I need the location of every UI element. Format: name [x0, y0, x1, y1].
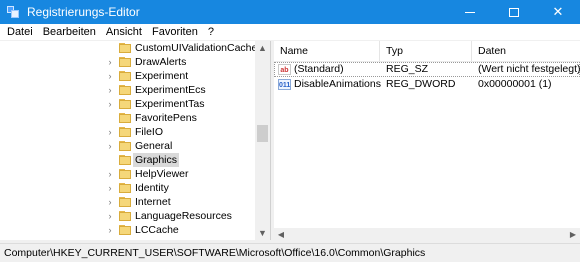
tree-item[interactable]: › Identity	[0, 181, 255, 195]
tree-item[interactable]: › ExperimentEcs	[0, 83, 255, 97]
folder-icon	[119, 43, 131, 53]
expand-chevron-icon[interactable]: ›	[106, 181, 114, 195]
window-title: Registrierungs-Editor	[27, 5, 140, 19]
close-button[interactable]: ✕	[536, 0, 580, 24]
tree-item-label: Graphics	[133, 153, 180, 167]
expand-chevron-icon[interactable]: ›	[106, 55, 114, 69]
value-type: REG_DWORD	[386, 78, 456, 90]
tree-item-label: FavoritePens	[135, 112, 197, 124]
tree-item-label: FileIO	[135, 126, 164, 138]
expand-chevron-icon[interactable]: ›	[106, 83, 114, 97]
menu-help[interactable]: ?	[203, 24, 219, 41]
tree-item-label: HelpViewer	[135, 168, 189, 180]
value-row-disableanimations[interactable]: 011 DisableAnimations REG_DWORD 0x000000…	[274, 77, 580, 92]
maximize-button[interactable]	[492, 0, 536, 24]
folder-icon	[119, 211, 131, 221]
folder-icon	[119, 225, 131, 235]
menu-favoriten[interactable]: Favoriten	[147, 24, 203, 41]
expand-chevron-icon[interactable]: ›	[106, 167, 114, 181]
folder-icon	[119, 169, 131, 179]
expand-chevron-icon[interactable]: ›	[106, 209, 114, 223]
values-list: Name Typ Daten ab (Standard) REG_SZ (Wer…	[274, 41, 580, 240]
menu-datei[interactable]: Datei	[0, 24, 38, 41]
column-header-data[interactable]: Daten	[472, 41, 580, 61]
tree-item[interactable]: FavoritePens	[0, 111, 255, 125]
tree-item-label: Experiment	[135, 70, 189, 82]
expand-chevron-icon[interactable]: ›	[106, 69, 114, 83]
maximize-icon	[509, 7, 519, 17]
dword-value-icon: 011	[278, 79, 291, 90]
status-bar-path: Computer\HKEY_CURRENT_USER\SOFTWARE\Micr…	[0, 243, 580, 262]
tree-item[interactable]: › HelpViewer	[0, 167, 255, 181]
folder-icon	[119, 197, 131, 207]
tree-item-label: Identity	[135, 182, 169, 194]
tree-item[interactable]: › Experiment	[0, 69, 255, 83]
title-bar[interactable]: Registrierungs-Editor ✕	[0, 0, 580, 24]
scroll-up-icon[interactable]: ▲	[255, 41, 270, 55]
tree-item-label: Internet	[135, 196, 171, 208]
values-horizontal-scrollbar[interactable]: ◀ ▶	[274, 228, 580, 240]
folder-icon	[119, 155, 131, 165]
value-row-default[interactable]: ab (Standard) REG_SZ (Wert nicht festgel…	[274, 62, 580, 77]
expand-chevron-icon[interactable]: ›	[106, 125, 114, 139]
menu-bearbeiten[interactable]: Bearbeiten	[38, 24, 101, 41]
tree-item-label: ExperimentEcs	[135, 84, 206, 96]
tree-item[interactable]: › ExperimentTas	[0, 97, 255, 111]
folder-icon	[119, 99, 131, 109]
value-name: DisableAnimations	[294, 78, 381, 90]
tree-item-label: ExperimentTas	[135, 98, 205, 110]
value-name: (Standard)	[294, 63, 344, 75]
tree-item-label: LanguageResources	[135, 210, 232, 222]
minimize-button[interactable]	[448, 0, 492, 24]
tree-vertical-scrollbar[interactable]: ▲ ▼	[255, 41, 270, 240]
scrollbar-thumb[interactable]	[257, 125, 268, 142]
expand-chevron-icon[interactable]: ›	[106, 139, 114, 153]
value-data: 0x00000001 (1)	[478, 78, 552, 90]
tree-item-label: General	[135, 140, 173, 152]
folder-icon	[119, 141, 131, 151]
folder-icon	[119, 127, 131, 137]
tree-item-label: DrawAlerts	[135, 56, 187, 68]
folder-icon	[119, 183, 131, 193]
window-controls: ✕	[448, 0, 580, 24]
scroll-right-icon[interactable]: ▶	[566, 228, 580, 240]
folder-icon	[119, 85, 131, 95]
minimize-icon	[465, 11, 475, 13]
folder-icon	[119, 71, 131, 81]
close-icon: ✕	[552, 4, 564, 19]
tree-item[interactable]: › FileIO	[0, 125, 255, 139]
value-type: REG_SZ	[386, 63, 429, 75]
column-header-name[interactable]: Name	[274, 41, 380, 61]
tree-item-selected[interactable]: Graphics	[0, 153, 255, 167]
string-value-icon: ab	[278, 64, 291, 75]
menu-ansicht[interactable]: Ansicht	[101, 24, 147, 41]
value-data: (Wert nicht festgelegt)	[478, 63, 580, 75]
column-header-type[interactable]: Typ	[380, 41, 472, 61]
expand-chevron-icon[interactable]: ›	[106, 97, 114, 111]
folder-icon	[119, 57, 131, 67]
expand-chevron-icon[interactable]: ›	[106, 223, 114, 237]
tree-item-label: CustomUIValidationCache	[135, 42, 258, 54]
tree-item[interactable]: › LCCache	[0, 223, 255, 237]
tree-item[interactable]: › DrawAlerts	[0, 55, 255, 69]
tree-item[interactable]: › LanguageResources	[0, 209, 255, 223]
scroll-down-icon[interactable]: ▼	[255, 226, 270, 240]
registry-tree: CustomUIValidationCache › DrawAlerts › E…	[0, 41, 271, 240]
tree-item[interactable]: CustomUIValidationCache	[0, 41, 257, 55]
tree-item[interactable]: › Internet	[0, 195, 255, 209]
scroll-left-icon[interactable]: ◀	[274, 228, 288, 240]
tree-item-label: LCCache	[135, 224, 179, 236]
registry-editor-icon	[7, 6, 19, 18]
folder-icon	[119, 113, 131, 123]
menu-bar: Datei Bearbeiten Ansicht Favoriten ?	[0, 24, 580, 41]
expand-chevron-icon[interactable]: ›	[106, 195, 114, 209]
tree-item[interactable]: › General	[0, 139, 255, 153]
